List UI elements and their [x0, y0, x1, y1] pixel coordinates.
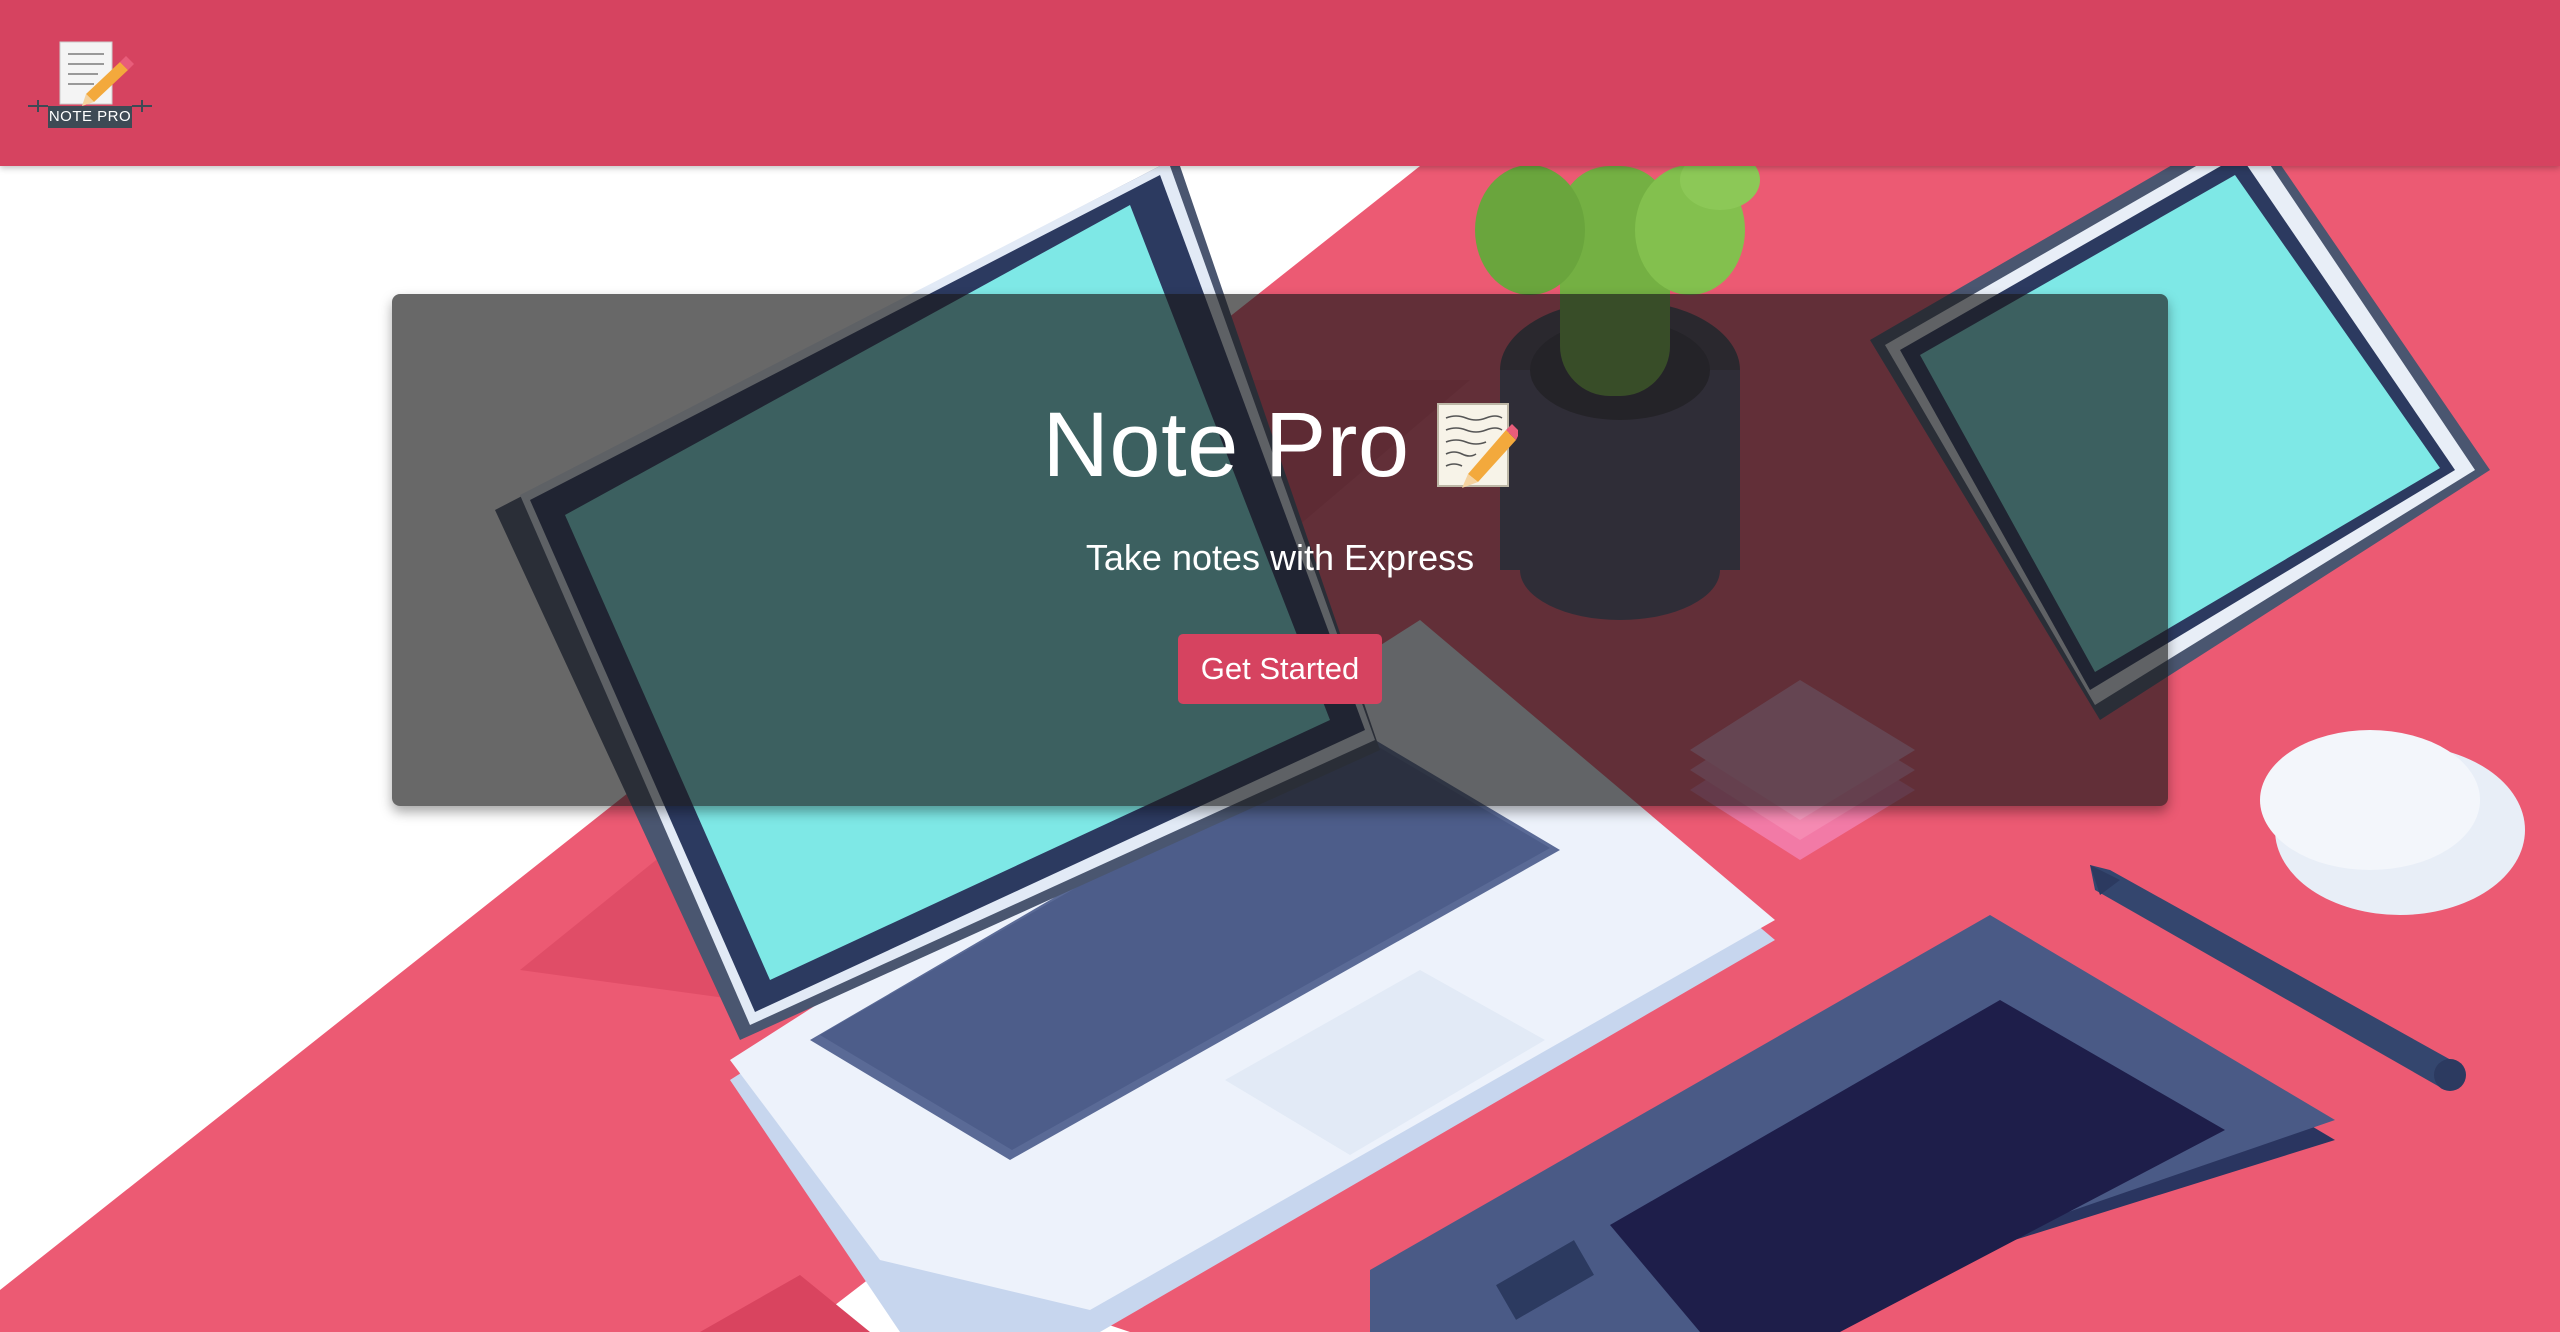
get-started-button[interactable]: Get Started: [1178, 634, 1382, 704]
brand-logo[interactable]: NOTE PRO: [28, 36, 152, 132]
hero-title-row: Note Pro: [392, 390, 2168, 500]
memo-icon: [1436, 403, 1518, 488]
hero-subtitle: Take notes with Express: [1085, 537, 1475, 578]
brand-label: NOTE PRO: [48, 106, 132, 128]
page-title: Note Pro: [1042, 394, 1410, 496]
landing-page: NOTE PRO Note Pro Take notes with Expres…: [0, 0, 2560, 1332]
hero-card: Note Pro Take notes with Express Get Sta…: [392, 294, 2168, 806]
navbar: NOTE PRO: [0, 0, 2560, 166]
